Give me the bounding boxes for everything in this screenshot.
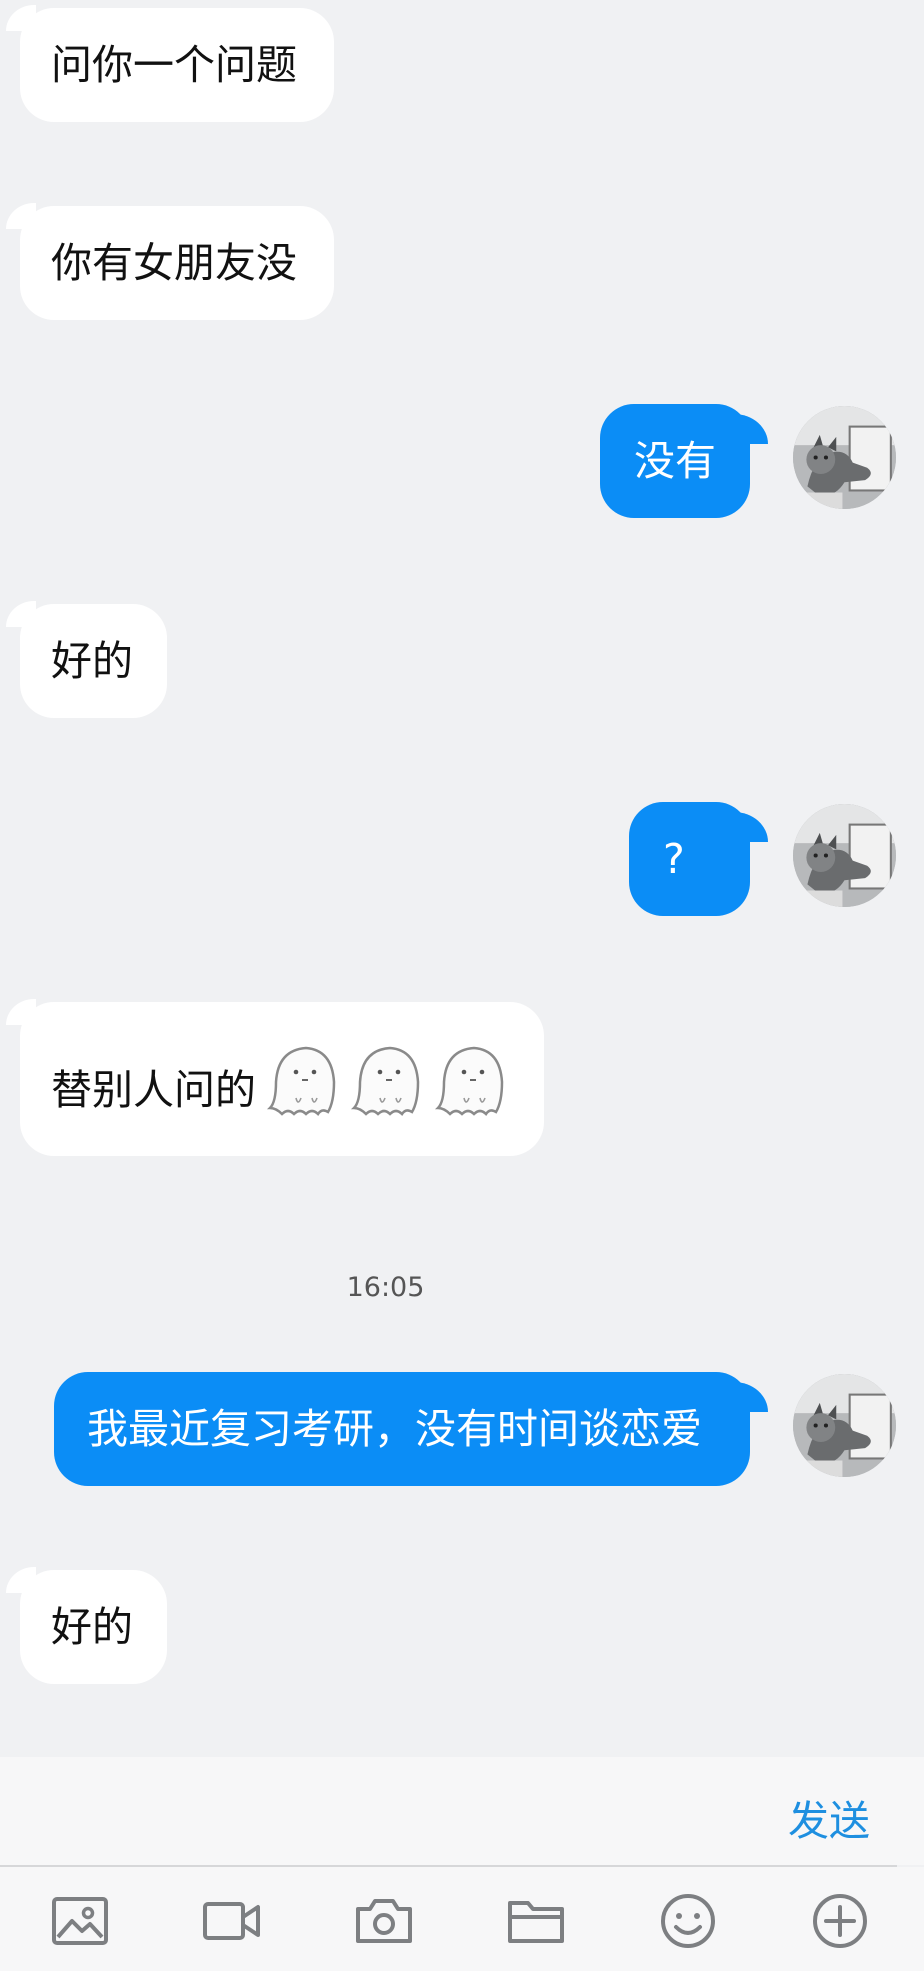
image-icon[interactable] — [50, 1891, 110, 1951]
message-bubble-incoming[interactable]: 问你一个问题 — [6, 5, 334, 122]
message-text: 问你一个问题 — [51, 41, 297, 89]
message-text: 替别人问的 — [51, 1066, 256, 1114]
user-avatar[interactable] — [793, 406, 896, 509]
message-bubble-incoming[interactable]: 好的 — [6, 1567, 167, 1684]
ghost-emoji-icon — [430, 1042, 510, 1118]
message-text: 没有 — [634, 437, 716, 485]
message-bubble-incoming[interactable]: 替别人问的 — [6, 999, 544, 1156]
plus-icon[interactable] — [810, 1891, 870, 1951]
video-icon[interactable] — [202, 1891, 262, 1951]
ghost-emoji-icon — [262, 1042, 342, 1118]
chat-history[interactable]: 问你一个问题 你有女朋友没 没有 好的 ? 替别人问的 16:05 我最近复习考… — [0, 0, 924, 1757]
message-text: 好的 — [51, 1603, 133, 1651]
ghost-emoji-icon — [346, 1042, 426, 1118]
folder-icon[interactable] — [506, 1891, 566, 1951]
user-avatar[interactable] — [793, 1374, 896, 1477]
message-text: ? — [663, 835, 685, 883]
message-bubble-outgoing[interactable]: 我最近复习考研，没有时间谈恋爱 — [54, 1372, 768, 1486]
message-bubble-outgoing[interactable]: 没有 — [600, 404, 768, 518]
emoji-group — [262, 1042, 514, 1118]
message-text: 你有女朋友没 — [51, 239, 297, 287]
message-timestamp: 16:05 — [346, 1272, 425, 1303]
user-avatar[interactable] — [793, 804, 896, 907]
message-text: 好的 — [51, 637, 133, 685]
message-bubble-incoming[interactable]: 好的 — [6, 601, 167, 718]
message-bubble-incoming[interactable]: 你有女朋友没 — [6, 203, 334, 320]
send-button[interactable]: 发送 — [788, 1787, 870, 1847]
bottom-toolbar — [0, 1867, 924, 1971]
camera-icon[interactable] — [354, 1891, 414, 1951]
message-input-area[interactable]: 发送 — [0, 1757, 924, 1865]
message-text: 我最近复习考研，没有时间谈恋爱 — [87, 1405, 702, 1453]
message-bubble-outgoing[interactable]: ? — [629, 802, 768, 916]
emoji-icon[interactable] — [658, 1891, 718, 1951]
